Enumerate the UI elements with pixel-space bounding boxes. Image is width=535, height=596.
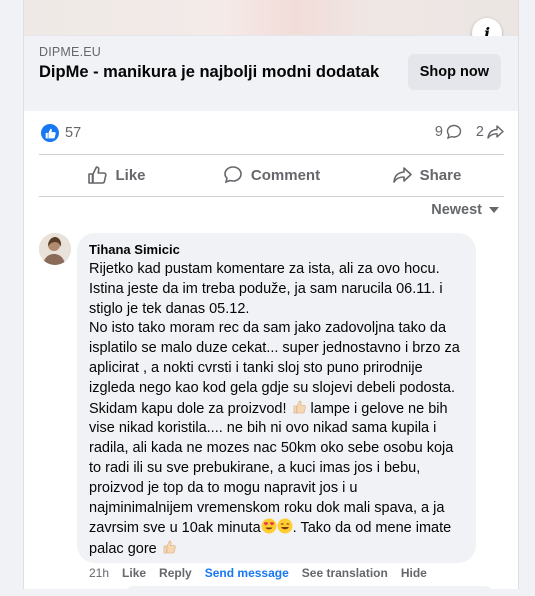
post-card: i DIPME.EU DipMe - manikura je najbolji … [23, 0, 519, 596]
avatar[interactable] [39, 233, 71, 265]
reaction-stats: 57 9 2 [39, 121, 504, 145]
link-domain: DIPME.EU [39, 45, 102, 59]
post-actions: Like Comment Share [39, 155, 504, 195]
comment-icon [224, 166, 242, 184]
heart-eyes-emoji-icon [261, 518, 277, 534]
comment-count[interactable]: 9 [435, 124, 462, 140]
see-translation-button[interactable]: See translation [302, 566, 388, 580]
next-comment-bubble [124, 586, 494, 596]
comment-label: Comment [250, 166, 321, 184]
like-count[interactable]: 57 [65, 125, 81, 141]
link-headline[interactable]: DipMe - manikura je najbolji modni dodat… [39, 62, 409, 83]
comment-bubble: Tihana Simicic Rijetko kad pustam koment… [77, 233, 476, 563]
like-label: Like [115, 166, 146, 184]
like-button[interactable]: Like [39, 155, 194, 195]
thumbs-up-emoji-icon [163, 540, 176, 554]
comment-text-part-1: Rijetko kad pustam komentare za ista, al… [89, 261, 460, 417]
comment-author[interactable]: Tihana Simicic [89, 241, 464, 258]
share-label: Share [419, 166, 462, 184]
send-message-button[interactable]: Send message [205, 566, 289, 580]
hide-button[interactable]: Hide [401, 566, 427, 580]
share-icon [392, 167, 412, 183]
thumbs-up-emoji-icon [293, 400, 306, 413]
grinning-emoji-icon [277, 518, 293, 534]
comment-reply-button[interactable]: Reply [159, 566, 192, 580]
comment-text: Rijetko kad pustam komentare za ista, al… [89, 260, 464, 560]
comment-meta: 21h Like Reply Send message See translat… [89, 566, 427, 580]
comment-time[interactable]: 21h [89, 566, 109, 580]
sort-dropdown[interactable]: Newest [431, 202, 500, 218]
comment-button[interactable]: Comment [194, 155, 349, 195]
share-arrow-icon [487, 125, 504, 139]
comment-text-part-2: lampe i gelove ne bih vise nikad koristi… [89, 400, 458, 537]
comment-like-button[interactable]: Like [122, 566, 146, 580]
caret-down-icon [489, 207, 499, 213]
divider [39, 196, 504, 197]
comment-bubble-icon [446, 124, 462, 140]
like-reaction-icon[interactable] [41, 124, 59, 142]
sort-label: Newest [431, 202, 482, 218]
thumbs-up-icon [88, 166, 108, 184]
share-button[interactable]: Share [349, 155, 504, 195]
share-count-value: 2 [475, 124, 484, 140]
comment-count-value: 9 [434, 124, 443, 140]
shop-now-button[interactable]: Shop now [407, 54, 501, 90]
link-preview[interactable]: DIPME.EU DipMe - manikura je najbolji mo… [24, 36, 518, 111]
share-count[interactable]: 2 [476, 124, 504, 140]
post-image[interactable] [24, 0, 518, 36]
